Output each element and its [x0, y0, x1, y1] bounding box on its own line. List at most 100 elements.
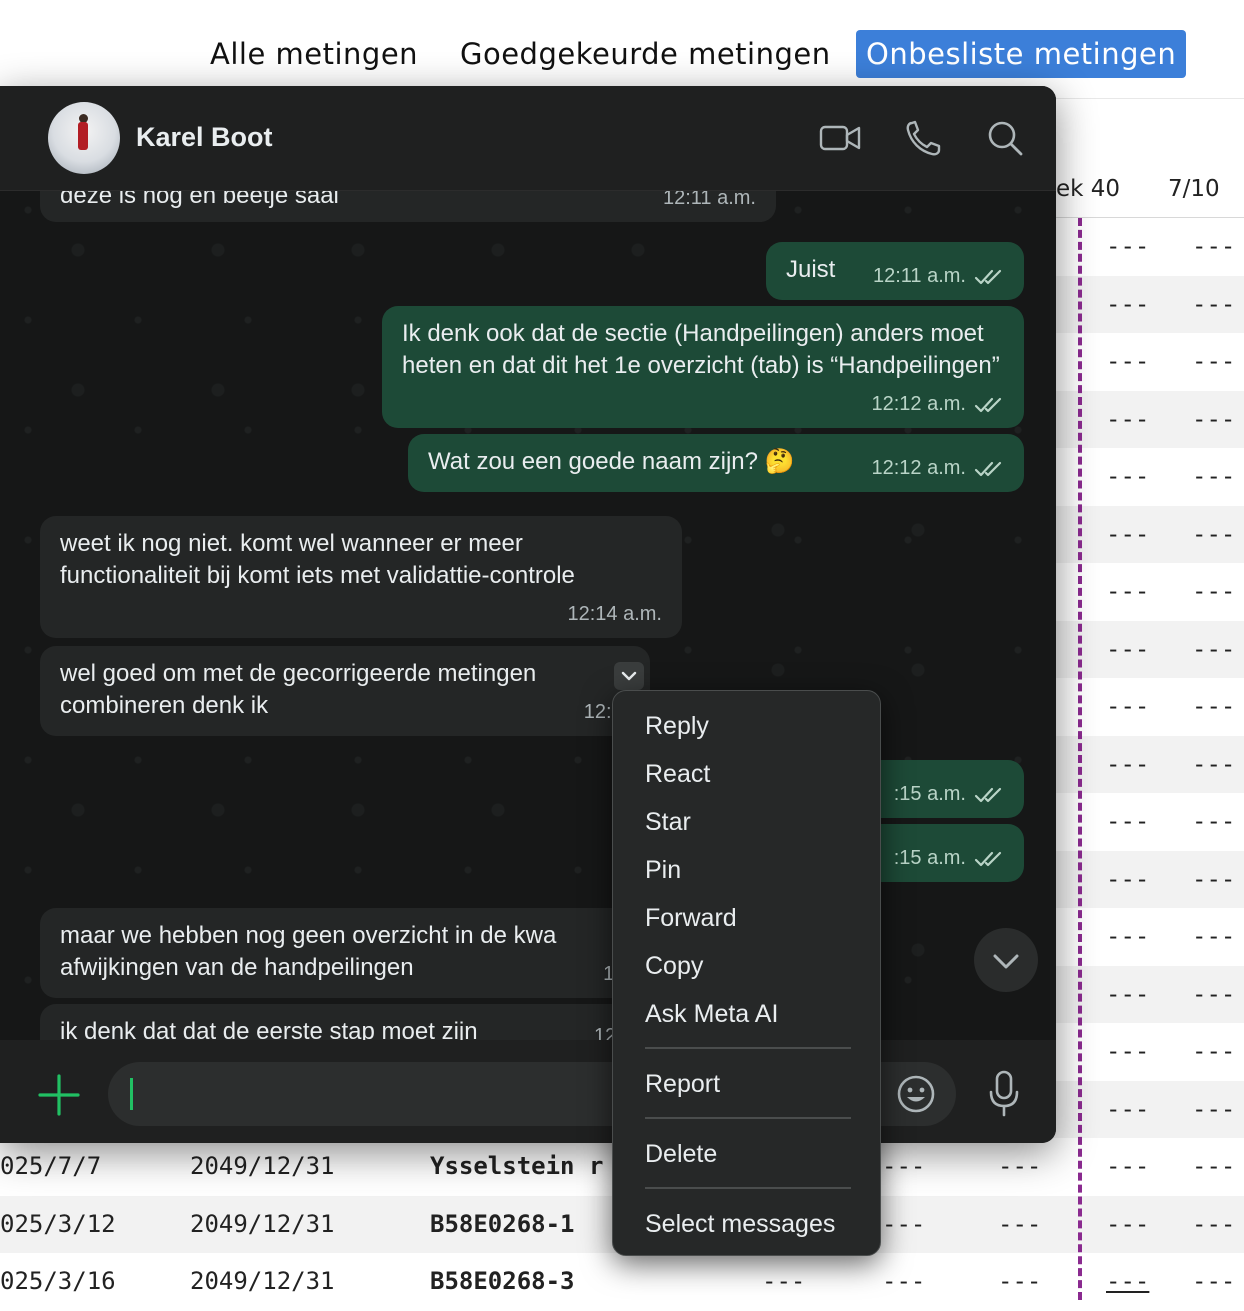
cell-empty-value: --- — [1192, 864, 1236, 893]
plus-icon[interactable] — [36, 1072, 82, 1118]
menu-item-react[interactable]: React — [645, 757, 710, 791]
menu-item-ask-meta-ai[interactable]: Ask Meta AI — [645, 997, 778, 1031]
cell-empty-value: --- — [998, 1267, 1042, 1295]
message-incoming[interactable]: weet ik nog niet. komt wel wanneer er me… — [40, 516, 682, 638]
cell-empty-value: --- — [1106, 979, 1150, 1008]
tab-approved-measurements[interactable]: Goedgekeurde metingen — [460, 30, 831, 78]
cell-empty-value: --- — [1192, 749, 1236, 778]
menu-item-pin[interactable]: Pin — [645, 853, 681, 887]
cell-empty-value: --- — [882, 1209, 926, 1238]
microphone-icon[interactable] — [986, 1068, 1022, 1118]
chat-header: Karel Boot — [0, 86, 1056, 191]
message-outgoing[interactable]: Ik denk ook dat de sectie (Handpeilingen… — [382, 306, 1024, 428]
cell-empty-value: --- — [1106, 462, 1150, 490]
cell-empty-value: --- — [1192, 347, 1236, 375]
avatar[interactable] — [48, 102, 120, 174]
menu-item-copy[interactable]: Copy — [645, 949, 703, 983]
avatar-figure-body — [78, 122, 88, 150]
cell-empty-value: --- — [1106, 347, 1150, 375]
menu-item-report[interactable]: Report — [645, 1067, 720, 1101]
message-time: 12:12 a.m. — [871, 457, 966, 479]
scroll-to-bottom-button[interactable] — [974, 928, 1038, 992]
message-text: maar we hebben nog geen overzicht in de … — [60, 922, 557, 981]
today-marker-line — [1078, 218, 1082, 1300]
menu-item-select-messages[interactable]: Select messages — [645, 1207, 835, 1241]
column-header-week: ek 40 — [1056, 176, 1121, 202]
cell-location-name[interactable]: Ysselstein r — [430, 1138, 603, 1195]
cell-empty-value: --- — [1192, 462, 1236, 490]
menu-item-reply[interactable]: Reply — [645, 709, 709, 743]
message-time: :15 a.m. — [893, 783, 966, 805]
column-header-date: 7/10 — [1168, 176, 1220, 202]
video-call-icon[interactable] — [818, 118, 862, 158]
message-incoming[interactable]: wel goed om met de gecorrigeerde metinge… — [40, 646, 650, 736]
cell-empty-value: --- — [1106, 922, 1150, 950]
cell-empty-value: --- — [1192, 1152, 1236, 1180]
message-context-menu: Reply React Star Pin Forward Copy Ask Me… — [612, 690, 881, 1256]
measurement-tabs: Alle metingen Goedgekeurde metingen Onbe… — [0, 30, 1244, 80]
voice-call-icon[interactable] — [902, 118, 946, 158]
cell-location-name[interactable]: B58E0268-3 — [430, 1253, 575, 1310]
cell-empty-value: --- — [998, 1209, 1042, 1238]
cell-empty-value: --- — [1106, 634, 1150, 663]
menu-item-star[interactable]: Star — [645, 805, 691, 839]
menu-item-delete[interactable]: Delete — [645, 1137, 717, 1171]
chevron-down-icon — [621, 671, 637, 681]
cell-empty-value: --- — [1106, 577, 1150, 605]
cell-empty-value: --- — [1106, 404, 1150, 433]
message-time: 12:11 a.m. — [662, 190, 756, 209]
message-incoming[interactable]: ik denk dat dat de eerste stap moet zijn… — [40, 1004, 640, 1040]
cell-empty-value: --- — [1192, 404, 1236, 433]
cell-empty-value: --- — [1192, 979, 1236, 1008]
cell-empty-value: --- — [1106, 1094, 1150, 1123]
table-row[interactable]: 025/3/16 2049/12/31 B58E0268-3 --- --- --- ---… — [0, 1253, 1244, 1311]
cell-empty-value: --- — [1192, 1094, 1236, 1123]
search-icon[interactable] — [984, 118, 1028, 158]
message-options-button[interactable] — [614, 662, 644, 690]
cell-end-date: 2049/12/31 — [190, 1209, 335, 1238]
cell-empty-value: --- — [1106, 232, 1150, 260]
cell-start-date: 025/7/7 — [0, 1152, 102, 1180]
cell-empty-value: --- — [1192, 1267, 1236, 1295]
message-time: 12:11 a.m. — [872, 265, 966, 287]
emoji-icon[interactable] — [894, 1072, 938, 1116]
cell-start-date: 025/3/12 — [0, 1209, 116, 1238]
cell-empty-value: --- — [1106, 692, 1150, 720]
cell-empty-value: --- — [1192, 1209, 1236, 1238]
message-list[interactable]: deze is nog en beetje saai 12:11 a.m. Ju… — [8, 190, 1048, 1040]
cell-empty-value: --- — [882, 1152, 926, 1180]
cell-empty-value: --- — [882, 1267, 926, 1295]
message-text: Ik denk ook dat de sectie (Handpeilingen… — [402, 320, 1000, 379]
message-outgoing[interactable]: Wat zou een goede naam zijn? 🤔 12:12 a.m… — [408, 434, 1024, 492]
cell-empty-value: --- — [1106, 807, 1150, 835]
message-outgoing[interactable]: Juist 12:11 a.m. — [766, 242, 1024, 300]
cell-empty-value: --- — [1106, 1152, 1150, 1180]
cell-empty-value: --- — [1106, 1037, 1150, 1065]
tab-all-measurements[interactable]: Alle metingen — [210, 30, 418, 78]
message-text: ik denk dat dat de eerste stap moet zijn — [60, 1018, 478, 1040]
double-check-icon — [974, 787, 1002, 802]
table-divider — [1056, 98, 1244, 99]
menu-item-forward[interactable]: Forward — [645, 901, 737, 935]
cell-empty-value: --- — [1192, 634, 1236, 663]
message-incoming[interactable]: deze is nog en beetje saai 12:11 a.m. — [40, 190, 776, 222]
cell-empty-value: --- — [1106, 749, 1150, 778]
cell-empty-value: --- — [1192, 289, 1236, 318]
menu-separator — [645, 1187, 851, 1189]
message-incoming[interactable]: maar we hebben nog geen overzicht in de … — [40, 908, 640, 998]
cell-empty-value: --- — [1192, 577, 1236, 605]
cell-empty-value: --- — [1106, 1209, 1150, 1238]
cell-location-name[interactable]: B58E0268-1 — [430, 1196, 575, 1253]
message-status: 12:12 a.m. — [871, 388, 1004, 420]
cell-empty-value: --- — [1192, 1037, 1236, 1065]
menu-separator — [645, 1117, 851, 1119]
cell-empty-value: --- — [1106, 519, 1150, 548]
cell-empty-value: --- — [1106, 864, 1150, 893]
message-time: :15 a.m. — [893, 847, 966, 869]
message-text: weet ik nog niet. komt wel wanneer er me… — [60, 530, 575, 589]
double-check-icon — [974, 851, 1002, 866]
message-status: 12:12 a.m. — [871, 452, 1004, 484]
contact-name[interactable]: Karel Boot — [136, 122, 273, 153]
tab-undecided-measurements[interactable]: Onbesliste metingen — [856, 30, 1187, 78]
cell-empty-value: --- — [1192, 807, 1236, 835]
